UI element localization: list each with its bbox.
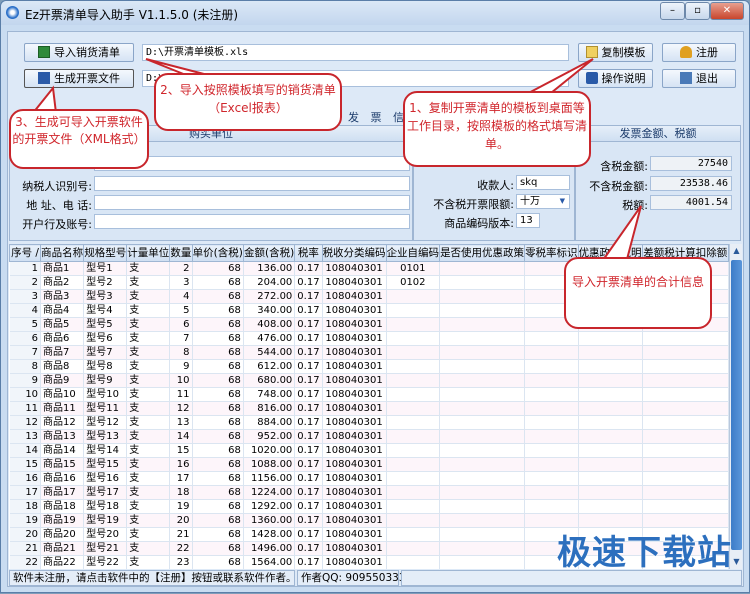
callout-generate: 3、生成可导入开票软件的开票文件（XML格式） [9, 109, 149, 169]
callout4-pointer [599, 205, 642, 264]
callout-totals: 导入开票清单的合计信息 [564, 257, 712, 329]
callout-copy-template: 1、复制开票清单的模板到桌面等工作目录，按照模板的格式填写清单。 [403, 91, 591, 167]
app-window: Ez开票清单导入助手 V1.1.5.0 (未注册) – ▫ ✕ 导入销货清单 D… [0, 0, 750, 593]
callout-import: 2、导入按照模板填写的销货清单（Excel报表） [154, 73, 342, 131]
watermark-logo: 极速下载站 [557, 533, 732, 573]
